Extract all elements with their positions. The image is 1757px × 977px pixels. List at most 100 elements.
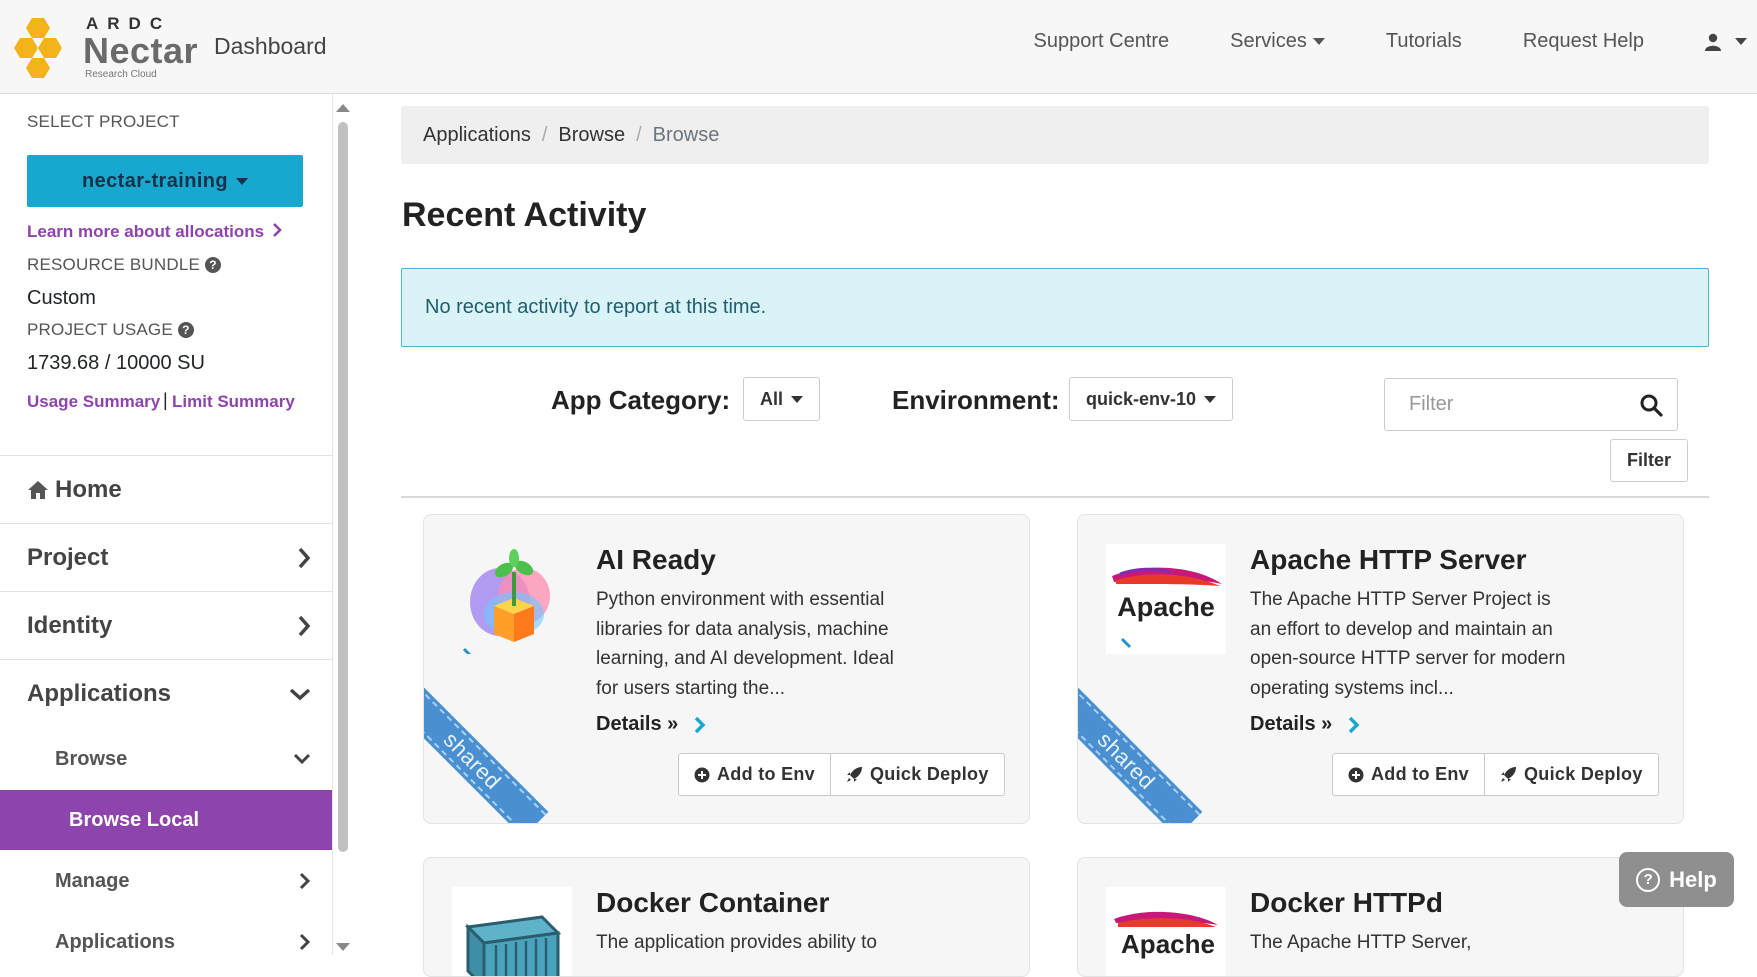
details-link[interactable]: Details » [1250,713,1360,736]
caret-down-icon [236,177,249,185]
card-title[interactable]: Apache HTTP Server [1250,544,1527,576]
add-to-env-button[interactable]: Add to Env [1333,754,1484,795]
details-link[interactable]: Details » [596,713,706,736]
card-actions: Add to Env Quick Deploy [678,753,1005,796]
sidebar-scrollbar[interactable] [336,100,350,955]
applications-sub-label: Applications [55,930,176,953]
sidebar-item-browse-local[interactable]: Browse Local [0,790,332,850]
breadcrumb-applications[interactable]: Applications [423,124,531,147]
help-label: Help [1669,866,1717,892]
resource-bundle-value: Custom [27,287,96,309]
resource-bundle-label: RESOURCE BUNDLE? [27,255,222,275]
add-to-env-label: Add to Env [717,764,815,784]
card-actions: Add to Env Quick Deploy [1332,753,1659,796]
breadcrumb-current: Browse [652,123,720,146]
nav-tutorials[interactable]: Tutorials [1386,30,1462,53]
app-card-docker-container: Docker Container The application provide… [423,857,1030,977]
sidebar-item-browse[interactable]: Browse [0,729,332,789]
apache-logo-text: Apache [1117,592,1215,622]
quick-deploy-label: Quick Deploy [1524,764,1643,784]
sidebar-item-identity[interactable]: Identity [0,591,332,659]
nav-support-centre-label: Support Centre [1033,30,1170,52]
chevron-right-icon [695,716,706,733]
breadcrumb-browse[interactable]: Browse [558,124,625,147]
project-name: nectar-training [81,169,229,192]
sidebar-item-applications[interactable]: Applications [0,659,332,727]
card-title[interactable]: Docker Container [596,887,829,919]
card-description: The Apache HTTP Server Project is an eff… [1250,589,1566,699]
quick-deploy-button[interactable]: Quick Deploy [1484,754,1658,795]
filter-search-box [1384,378,1678,431]
nav-request-help[interactable]: Request Help [1523,30,1644,53]
dashboard-label[interactable]: Dashboard [214,33,327,60]
project-usage-value: 1739.68 / 10000 SU [27,352,205,374]
card-title[interactable]: Docker HTTPd [1250,887,1443,919]
user-menu-dropdown[interactable] [1705,33,1747,51]
select-project-label: SELECT PROJECT [27,112,180,131]
rocket-icon [847,767,862,782]
question-circle-icon[interactable]: ? [177,322,194,338]
environment-value: quick-env-10 [1086,388,1197,409]
add-to-env-button[interactable]: Add to Env [679,754,830,795]
scroll-down-arrow-icon[interactable] [336,943,350,951]
environment-label: Environment: [892,385,1060,415]
caret-down-icon [1204,395,1217,403]
shared-ribbon: shared [1078,684,1203,823]
app-category-label: App Category: [551,385,731,415]
breadcrumb-separator: / [636,123,642,146]
search-icon[interactable] [1639,393,1663,417]
usage-summary-link[interactable]: Usage Summary [27,392,160,412]
project-label: Project [27,543,109,571]
chevron-right-icon [1349,716,1360,733]
learn-more-allocations-link[interactable]: Learn more about allocations [27,222,282,242]
app-category-dropdown[interactable]: All [743,377,821,421]
home-icon [28,480,48,499]
rocket-icon [1501,767,1516,782]
app-category-value: All [760,388,784,409]
apache-feather-logo: Apache [1106,887,1226,976]
details-label: Details » [596,713,679,735]
chevron-right-icon [298,547,311,568]
shared-ribbon: shared [424,684,549,823]
apache-feather-logo: Apache [1106,544,1226,654]
top-navbar: ARDC Nectar Research Cloud Dashboard Sup… [0,0,1757,94]
scroll-up-arrow-icon[interactable] [336,104,350,112]
applications-label: Applications [27,679,172,707]
breadcrumb: Applications / Browse / Browse [401,106,1709,164]
sidebar-item-applications-sub[interactable]: Applications [0,912,332,955]
nav-services-dropdown[interactable]: Services [1230,30,1325,53]
nectar-wordmark[interactable]: Nectar [83,30,198,72]
plus-circle-icon [1348,767,1364,782]
app-card-ai-ready: AI Ready Python environment with essenti… [423,514,1030,824]
user-icon [1705,33,1721,51]
sidebar-item-home[interactable]: Home [0,455,332,523]
chevron-down-icon [293,753,311,765]
project-selector-button[interactable]: nectar-training [27,155,303,207]
question-circle-icon[interactable]: ? [205,257,222,273]
scrollbar-thumb[interactable] [338,122,348,852]
sidebar-item-manage[interactable]: Manage [0,851,332,911]
chevron-right-icon [299,933,311,951]
nectar-hexagon-logo[interactable] [12,14,76,78]
nav-tutorials-label: Tutorials [1385,30,1462,52]
question-circle-icon: ? [1636,867,1661,892]
caret-down-icon [791,395,804,403]
nav-support-centre[interactable]: Support Centre [1034,30,1170,53]
home-label: Home [55,475,122,503]
environment-dropdown[interactable]: quick-env-10 [1069,377,1234,421]
sidebar-item-project[interactable]: Project [0,523,332,591]
chevron-right-icon [299,872,311,890]
card-title[interactable]: AI Ready [596,544,716,576]
limit-summary-link[interactable]: Limit Summary [172,392,295,412]
help-floating-button[interactable]: ? Help [1619,852,1734,907]
browse-label: Browse [55,747,128,770]
alert-text: No recent activity to report at this tim… [425,296,767,318]
filter-button[interactable]: Filter [1610,439,1688,482]
quick-deploy-button[interactable]: Quick Deploy [830,754,1004,795]
filter-input[interactable] [1386,380,1626,429]
caret-down-icon [1735,38,1747,45]
section-divider [401,496,1709,498]
project-usage-label: PROJECT USAGE? [27,320,194,340]
card-description: The Apache HTTP Server, [1250,932,1472,953]
nav-services-label: Services [1230,30,1307,52]
